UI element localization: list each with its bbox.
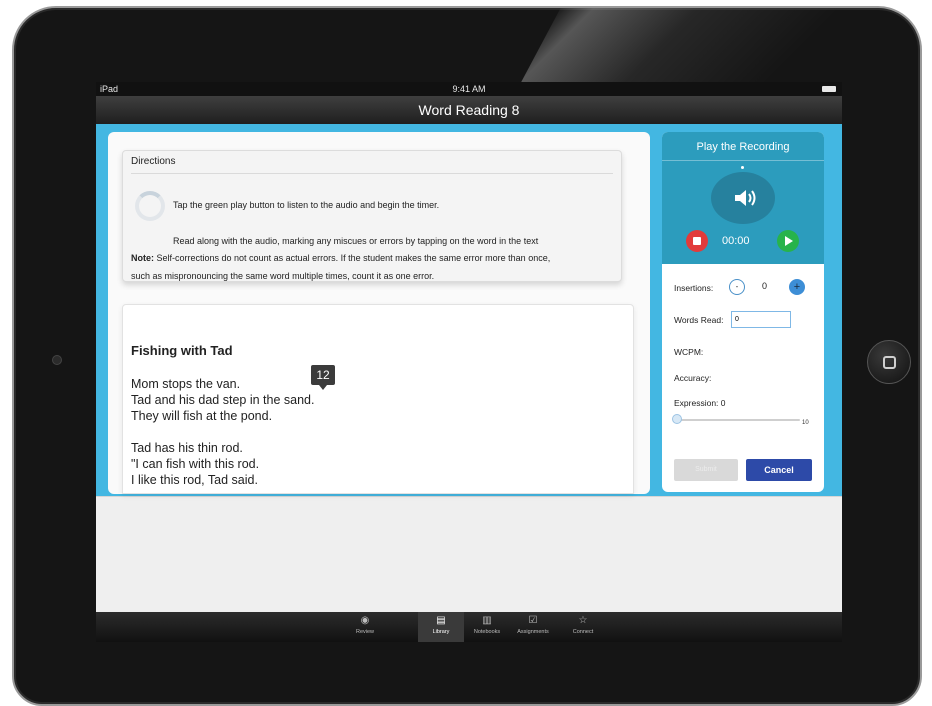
story-line[interactable]: They will fish at the pond. [131,409,272,423]
divider [131,173,613,174]
tab-label: Notebooks [473,629,501,635]
scoring-panel: Play the Recording 00:00 Insertions: - 0… [662,132,824,492]
directions-note: Note: Self-corrections do not count as a… [131,253,550,263]
divider [662,160,824,161]
page-indicator-dot [741,166,744,169]
submit-button[interactable]: Submit [674,459,738,481]
tab-review[interactable]: ◉ Review [342,612,388,642]
wcpm-label: WCPM: [674,347,704,357]
expression-slider-handle[interactable] [672,414,682,424]
home-button[interactable] [867,340,911,384]
star-icon: ☆ [578,615,588,626]
notebook-icon: ▥ [482,615,492,626]
tab-label: Library [432,629,450,635]
cancel-button[interactable]: Cancel [746,459,812,481]
tab-library[interactable]: ▤ Library [418,612,464,642]
word-count-badge: 12 [311,365,335,390]
battery-icon [822,86,836,92]
status-time: 9:41 AM [452,84,486,94]
words-read-input[interactable] [731,311,791,328]
insertions-decrement-button[interactable]: - [729,279,745,295]
directions-heading: Directions [131,156,176,167]
recording-player: Play the Recording 00:00 [662,132,824,264]
recording-title: Play the Recording [696,141,790,153]
directions-note-2: such as mispronouncing the same word mul… [131,271,435,281]
note-text-1: Self-corrections do not count as actual … [156,253,551,263]
status-bar: iPad 9:41 AM [96,82,842,96]
tab-bar: ◉ Review ▤ Library ▥ Notebooks ☑ Assignm… [96,612,842,642]
stop-button[interactable] [686,230,708,252]
volume-button[interactable] [711,172,775,224]
checkbox-icon: ☑ [528,615,538,626]
lower-blank-area [96,496,842,612]
expression-slider-max: 10 [802,420,809,426]
words-read-label: Words Read: [674,315,724,325]
story-line[interactable]: Mom stops the van. [131,377,240,391]
play-button[interactable] [777,230,799,252]
insertions-increment-button[interactable]: + [789,279,805,295]
story-line[interactable]: Tad has his thin rod. [131,441,243,455]
story-line[interactable]: I like this rod, Tad said. [131,473,258,487]
speaker-icon [735,190,756,206]
tab-connect[interactable]: ☆ Connect [560,612,606,642]
ipad-screen: iPad 9:41 AM Word Reading 8 Directions T… [96,82,842,642]
tab-notebooks[interactable]: ▥ Notebooks [464,612,510,642]
library-icon: ▤ [436,615,446,626]
insertions-label: Insertions: [674,283,714,293]
expression-slider[interactable] [676,419,800,421]
note-label: Note: [131,253,154,263]
story-line[interactable]: "I can fish with this rod. [131,457,259,471]
insertions-value: 0 [762,281,768,291]
directions-line-1: Tap the green play button to listen to t… [173,200,440,210]
tab-label: Review [355,629,375,635]
reading-panel: Directions Tap the green play button to … [108,132,650,494]
loading-spinner-icon [135,191,165,221]
tab-label: Connect [572,629,594,635]
tab-assignments[interactable]: ☑ Assignments [510,612,556,642]
story-title: Fishing with Tad [131,343,233,358]
story-card: Fishing with Tad 12 Mom stops the van. T… [122,304,634,494]
story-line[interactable]: Tad and his dad step in the sand. [131,393,314,407]
directions-card: Directions Tap the green play button to … [122,150,622,282]
tab-label: Assignments [517,629,549,635]
directions-line-2: Read along with the audio, marking any m… [173,236,539,246]
home-square-icon [883,356,896,369]
eye-icon: ◉ [360,615,370,626]
camera-icon [52,355,62,365]
accuracy-label: Accuracy: [674,373,712,383]
recording-timer: 00:00 [722,235,750,247]
page-title: Word Reading 8 [96,96,842,124]
expression-label: Expression: 0 [674,398,726,408]
